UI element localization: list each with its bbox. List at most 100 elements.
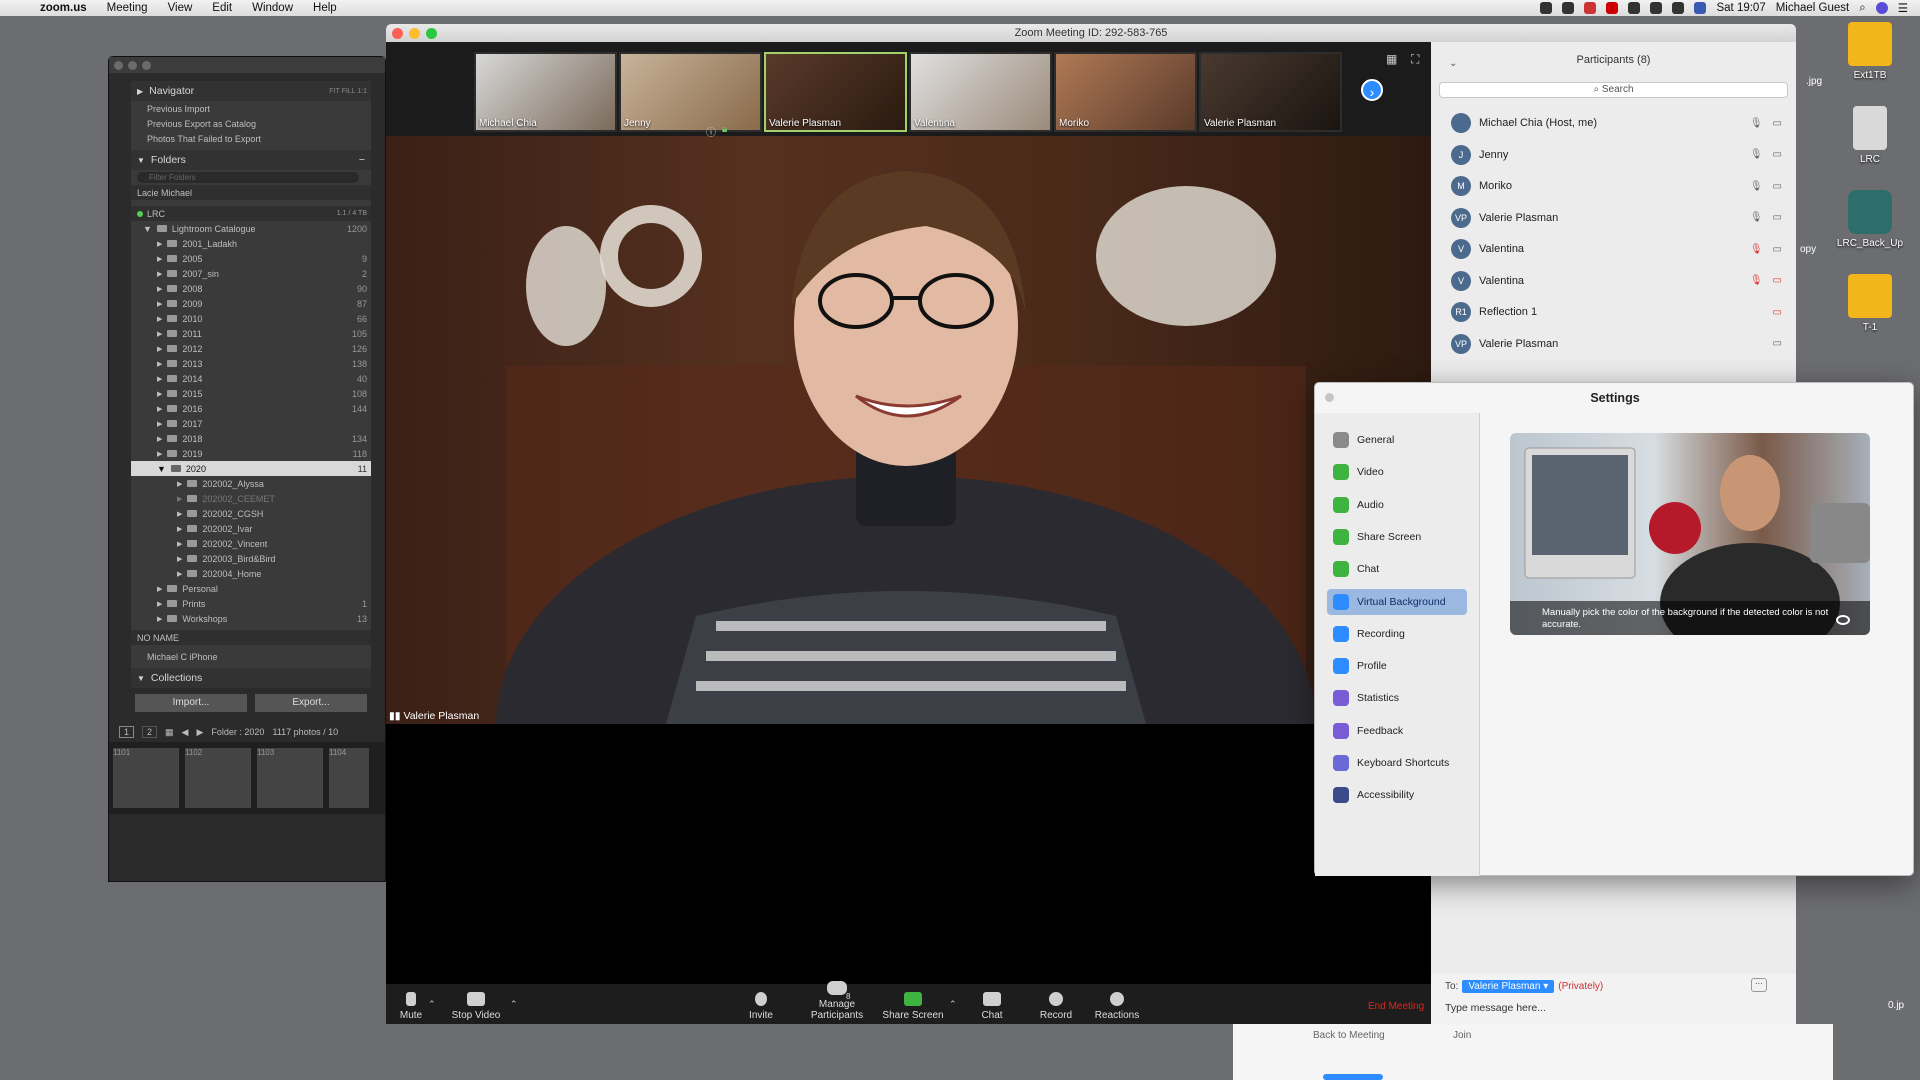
menu-app[interactable]: zoom.us	[40, 2, 87, 14]
gallery-thumb[interactable]: Valerie Plasman	[1199, 52, 1342, 132]
lock-icon[interactable]: 🔒︎	[722, 124, 727, 135]
back-arrow-icon[interactable]: ◀	[182, 727, 189, 738]
volume-row[interactable]: NO NAME	[131, 630, 371, 645]
menu-edit[interactable]: Edit	[212, 2, 232, 14]
microphone-icon[interactable]	[1628, 2, 1641, 14]
video-camera-icon[interactable]: ▭	[1773, 118, 1782, 129]
menu-help[interactable]: Help	[313, 2, 337, 14]
microphone-muted-icon[interactable]: 🎙︎	[1750, 275, 1763, 286]
share-screen-button[interactable]: Share Screen	[873, 992, 953, 1021]
participant-row[interactable]: VP Valerie Plasman ▭	[1431, 329, 1796, 359]
folder-row[interactable]: ▼ Lightroom Catalogue 1200	[131, 221, 371, 236]
settings-item-chat[interactable]: Chat	[1327, 556, 1467, 582]
volume-row[interactable]: Lacie Michael	[131, 185, 371, 200]
folder-row-selected[interactable]: ▼ 2020 11	[131, 461, 371, 476]
status-icon[interactable]	[1584, 2, 1597, 14]
close-button[interactable]	[114, 60, 123, 70]
end-meeting-button[interactable]: End Meeting	[1368, 1001, 1424, 1012]
reactions-button[interactable]: Reactions	[1077, 992, 1157, 1021]
gallery-thumb[interactable]: Moriko	[1054, 52, 1197, 132]
folder-row[interactable]: ▶ 2007_sin 2	[131, 266, 371, 281]
video-camera-icon[interactable]: ▭	[1773, 212, 1782, 223]
folder-row[interactable]: ▶ 2001_Ladakh	[131, 236, 371, 251]
desktop-icon-ext1tb[interactable]: Ext1TB	[1830, 22, 1910, 81]
filmstrip-thumb[interactable]: 1103	[257, 748, 323, 808]
participant-row[interactable]: VP Valerie Plasman 🎙︎ ▭	[1431, 203, 1796, 233]
video-camera-icon[interactable]: ▭	[1773, 244, 1782, 255]
settings-item-statistics[interactable]: Statistics	[1327, 685, 1467, 711]
microphone-icon[interactable]: 🎙︎	[1750, 149, 1763, 160]
subfolder-row[interactable]: ▶ 202002_Vincent	[131, 536, 371, 551]
folder-row[interactable]: ▶ 2012 126	[131, 341, 371, 356]
export-button[interactable]: Export...	[255, 694, 367, 712]
catalog-item[interactable]: Previous Export as Catalog	[131, 116, 371, 131]
participant-search-input[interactable]: ⌕ Search	[1439, 82, 1788, 98]
minimize-button[interactable]	[128, 60, 137, 70]
navigator-header[interactable]: ▶ Navigator FIT FILL 1:1	[131, 81, 371, 101]
folder-row[interactable]: ▶ 2019 118	[131, 446, 371, 461]
folder-row[interactable]: ▶ 2010 66	[131, 311, 371, 326]
settings-item-keyboard-shortcuts[interactable]: Keyboard Shortcuts	[1327, 750, 1467, 776]
settings-item-accessibility[interactable]: Accessibility	[1327, 782, 1467, 808]
siri-icon[interactable]	[1875, 2, 1888, 14]
settings-item-video[interactable]: Video	[1327, 459, 1467, 485]
zoom-button[interactable]	[426, 28, 437, 39]
desktop-icon-lrc-backup[interactable]: LRC_Back_Up	[1830, 190, 1910, 249]
catalog-item[interactable]: Photos That Failed to Export	[131, 131, 371, 146]
import-button[interactable]: Import...	[135, 694, 247, 712]
video-camera-icon[interactable]: ▭	[1773, 181, 1782, 192]
settings-item-audio[interactable]: Audio	[1327, 492, 1467, 518]
participant-row[interactable]: Michael Chia (Host, me) 🎙︎ ▭	[1431, 108, 1796, 138]
chat-more-button[interactable]: ···	[1751, 978, 1767, 992]
chat-message-input[interactable]: Type message here...	[1445, 1002, 1546, 1014]
folder-row[interactable]: ▶ 2016 144	[131, 401, 371, 416]
filmstrip-thumb[interactable]: 1104	[329, 748, 369, 808]
settings-item-profile[interactable]: Profile	[1327, 653, 1467, 679]
folder-row[interactable]: ▶ 2013 138	[131, 356, 371, 371]
close-button[interactable]	[392, 28, 403, 39]
subfolder-row[interactable]: ▶ 202002_CGSH	[131, 506, 371, 521]
color-picker-icon[interactable]	[1836, 615, 1850, 625]
folder-row[interactable]: ▶ 2018 134	[131, 431, 371, 446]
filter-folders-input[interactable]: Filter Folders	[137, 172, 360, 183]
folder-row[interactable]: ▶ Workshops 13	[131, 611, 371, 626]
video-camera-icon[interactable]: ▭	[1773, 149, 1782, 160]
participant-row[interactable]: V Valentina 🎙︎ ▭	[1431, 234, 1796, 264]
filmstrip-thumb[interactable]: 1101	[113, 748, 179, 808]
settings-item-virtual-background[interactable]: Virtual Background	[1327, 588, 1467, 615]
filmstrip-thumb[interactable]: 1102	[185, 748, 251, 808]
search-icon[interactable]: ⌕	[1859, 2, 1865, 15]
microphone-icon[interactable]: 🎙︎	[1750, 118, 1763, 129]
blue-button-partial[interactable]	[1323, 1074, 1383, 1080]
back-to-meeting-link[interactable]: Back to Meeting	[1313, 1030, 1385, 1041]
video-camera-icon[interactable]: ▭	[1773, 338, 1782, 349]
volume-row[interactable]: LRC 1.1 / 4 TB	[131, 206, 371, 221]
navigator-options[interactable]: FIT FILL 1:1	[329, 88, 371, 95]
subfolder-row[interactable]: ▶ 202003_Bird&Bird	[131, 551, 371, 566]
folder-row[interactable]: ▶ 2011 105	[131, 326, 371, 341]
subfolder-row[interactable]: ▶ 202002_CEEMET	[131, 491, 371, 506]
stop-video-button[interactable]: Stop Video	[436, 992, 516, 1021]
invite-button[interactable]: Invite	[721, 992, 801, 1021]
folder-row[interactable]: ▶ 2017	[131, 416, 371, 431]
video-options-chevron-icon[interactable]: ⌃	[510, 999, 518, 1010]
collections-header[interactable]: ▼ Collections	[131, 668, 371, 688]
bluetooth-icon[interactable]	[1650, 2, 1663, 14]
status-icon[interactable]	[1540, 2, 1553, 14]
join-link[interactable]: Join	[1453, 1030, 1471, 1041]
grid-view-icon[interactable]: ▦	[1386, 52, 1397, 66]
microphone-icon[interactable]: 🎙︎	[1750, 212, 1763, 223]
settings-item-share-screen[interactable]: Share Screen	[1327, 524, 1467, 550]
flag-icon[interactable]	[1694, 2, 1707, 14]
status-icon[interactable]	[1562, 2, 1575, 14]
fullscreen-icon[interactable]: ⛶	[1411, 52, 1419, 67]
clock[interactable]: Sat 19:07	[1716, 2, 1765, 14]
folder-row[interactable]: ▶ Prints 1	[131, 596, 371, 611]
participant-row[interactable]: R1 Reflection 1 ▭	[1431, 297, 1796, 327]
desktop-icon-lrc[interactable]: LRC	[1830, 106, 1910, 165]
menu-view[interactable]: View	[168, 2, 193, 14]
wifi-icon[interactable]	[1672, 2, 1685, 14]
add-folder-button[interactable]: −	[359, 154, 371, 166]
subfolder-row[interactable]: ▶ 202004_Home	[131, 566, 371, 581]
folder-row[interactable]: ▶ 2005 9	[131, 251, 371, 266]
